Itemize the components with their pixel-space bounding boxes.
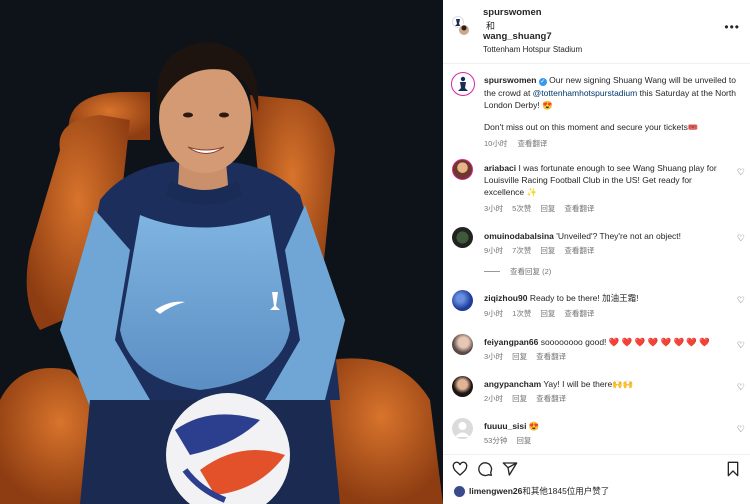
comment-likes[interactable]: 7次赞 [512, 246, 531, 255]
comment-body: Ready to be there! 加油王霜! [529, 293, 639, 303]
commenter-username[interactable]: feiyangpan66 [484, 337, 538, 347]
location-link[interactable]: Tottenham Hotspur Stadium [483, 45, 582, 54]
comment-icon[interactable] [477, 461, 493, 477]
commenter-username[interactable]: ariabaci [484, 163, 516, 173]
caption-username[interactable]: spurswomen [484, 75, 536, 85]
comment-time: 9小时 [484, 309, 504, 318]
bookmark-icon[interactable] [725, 461, 741, 477]
post-actions-bar [443, 454, 750, 482]
reply-button[interactable]: 回复 [540, 246, 555, 255]
verified-badge-icon: ✓ [538, 78, 547, 86]
comment-text: feiyangpan66 soooooooo good! ❤️ ❤️ ❤️ ❤️… [484, 336, 729, 348]
post-caption: spurswomen ✓ Our new signing Shuang Wang… [443, 64, 750, 154]
comment-body: I was fortunate enough to see Wang Shuan… [484, 163, 717, 197]
commenter-avatar[interactable] [452, 159, 473, 180]
comment-body: 'Unveiled'? They're not an object! [556, 231, 682, 241]
reply-button[interactable]: 回复 [512, 352, 527, 361]
caption-time: 10小时 [484, 139, 508, 148]
collab-avatars[interactable] [452, 16, 470, 36]
view-replies[interactable]: 查看回复 (2) [484, 266, 551, 277]
comment-time: 9小时 [484, 246, 504, 255]
comment-likes[interactable]: 1次赞 [512, 309, 531, 318]
comment-meta: 9小时 7次赞 回复 查看翻译 [484, 245, 603, 256]
caption-translate[interactable]: 查看翻译 [517, 139, 547, 148]
translate-button[interactable]: 查看翻译 [564, 204, 594, 213]
default-avatar-icon [455, 422, 470, 437]
comment-text: fuuuu_sisi 😍 [484, 420, 729, 432]
liker-username[interactable]: limengwen26 [469, 486, 522, 496]
comment-meta: 9小时 1次赞 回复 查看翻译 [484, 308, 603, 319]
comment-text: angypancham Yay! I will be there🙌🙌 [484, 378, 729, 390]
translate-button[interactable]: 查看翻译 [536, 394, 566, 403]
commenter-avatar[interactable] [452, 290, 473, 311]
comment-text: omuinodabalsina 'Unveiled'? They're not … [484, 230, 729, 242]
ticket-emoji: 🎟️ [687, 122, 699, 132]
comment-meta: 53分钟 回复 [484, 435, 540, 446]
commenter-username[interactable]: ziqizhou90 [484, 293, 527, 303]
comment-meta: 2小时 回复 查看翻译 [484, 393, 575, 404]
post-header: spurswomen 和 wang_shuang7 Tottenham Hots… [443, 0, 750, 64]
heart-icon[interactable]: ♡ [737, 233, 745, 244]
comment-text: ariabaci I was fortunate enough to see W… [484, 162, 729, 198]
heart-icon[interactable]: ♡ [737, 340, 745, 351]
translate-button[interactable]: 查看翻译 [564, 246, 594, 255]
player-photo-illustration [0, 0, 443, 504]
commenter-username[interactable]: omuinodabalsina [484, 231, 554, 241]
heart-icon[interactable]: ♡ [737, 424, 745, 435]
reply-button[interactable]: 回复 [516, 436, 531, 445]
liker-avatar[interactable] [454, 485, 465, 497]
commenter-avatar[interactable] [452, 376, 473, 397]
translate-button[interactable]: 查看翻译 [536, 352, 566, 361]
reply-button[interactable]: 回复 [540, 309, 555, 318]
commenter-username[interactable]: fuuuu_sisi [484, 421, 527, 431]
heart-icon[interactable]: ♡ [737, 382, 745, 393]
comment-time: 53分钟 [484, 436, 508, 445]
comment-meta: 3小时 5次赞 回复 查看翻译 [484, 203, 603, 214]
caption-line-2-text: Don't miss out on this moment and secure… [484, 122, 688, 132]
caption-avatar[interactable] [451, 72, 475, 96]
more-options-icon[interactable]: ••• [724, 21, 740, 33]
caption-meta: 10小时 查看翻译 [484, 138, 555, 149]
caption-mention[interactable]: @tottenhamhotspurstadium [533, 88, 638, 98]
post-photo[interactable] [0, 0, 443, 504]
caption-text: spurswomen ✓ Our new signing Shuang Wang… [484, 74, 739, 112]
replies-divider [484, 271, 500, 272]
comment-likes[interactable]: 5次赞 [512, 204, 531, 213]
commenter-avatar[interactable] [452, 334, 473, 355]
commenter-avatar[interactable] [452, 418, 473, 439]
collab-username-1[interactable]: spurswomen [483, 7, 542, 18]
share-icon[interactable] [502, 461, 518, 477]
view-replies-label[interactable]: 查看回复 (2) [510, 266, 551, 277]
heart-icon[interactable] [452, 461, 468, 477]
heart-icon[interactable]: ♡ [737, 167, 745, 178]
comment-text: ziqizhou90 Ready to be there! 加油王霜! [484, 292, 729, 304]
spurs-cockerel-icon [458, 76, 468, 91]
comment-time: 3小时 [484, 204, 504, 213]
comment-body: Yay! I will be there🙌🙌 [543, 379, 634, 389]
comment-body: 😍 [528, 421, 540, 431]
translate-button[interactable]: 查看翻译 [564, 309, 594, 318]
post-side-panel: spurswomen 和 wang_shuang7 Tottenham Hots… [443, 0, 750, 504]
caption-emoji: 😍 [542, 100, 553, 110]
comment-body: soooooooo good! ❤️ ❤️ ❤️ ❤️ ❤️ ❤️ ❤️ ❤️ [540, 337, 710, 347]
commenter-avatar[interactable] [452, 227, 473, 248]
comment-meta: 3小时 回复 查看翻译 [484, 351, 575, 362]
comment-time: 2小时 [484, 394, 504, 403]
likes-summary[interactable]: limengwen26 和其他1845位用户赞了 [454, 485, 609, 497]
collab-username-2[interactable]: wang_shuang7 [483, 31, 552, 42]
reply-button[interactable]: 回复 [540, 204, 555, 213]
likes-count-text: 和其他1845位用户赞了 [522, 486, 610, 496]
caption-line-2: Don't miss out on this moment and secure… [484, 122, 698, 133]
comment-time: 3小时 [484, 352, 504, 361]
reply-button[interactable]: 回复 [512, 394, 527, 403]
heart-icon[interactable]: ♡ [737, 295, 745, 306]
commenter-username[interactable]: angypancham [484, 379, 541, 389]
